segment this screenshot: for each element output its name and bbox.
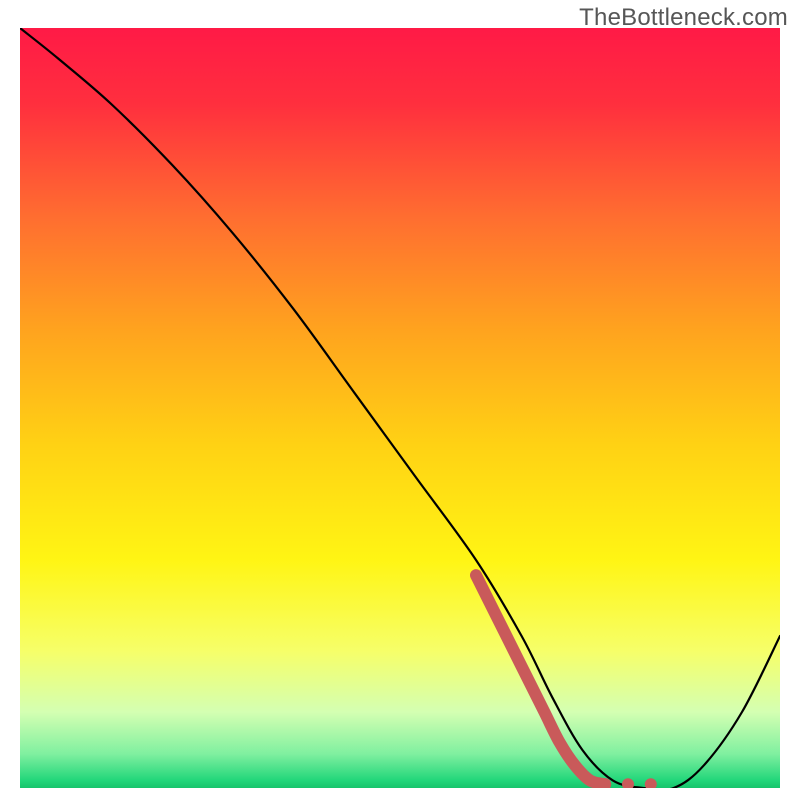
plot-area	[20, 28, 780, 788]
chart-svg	[20, 28, 780, 788]
gradient-background	[20, 28, 780, 788]
chart-container: TheBottleneck.com	[0, 0, 800, 800]
